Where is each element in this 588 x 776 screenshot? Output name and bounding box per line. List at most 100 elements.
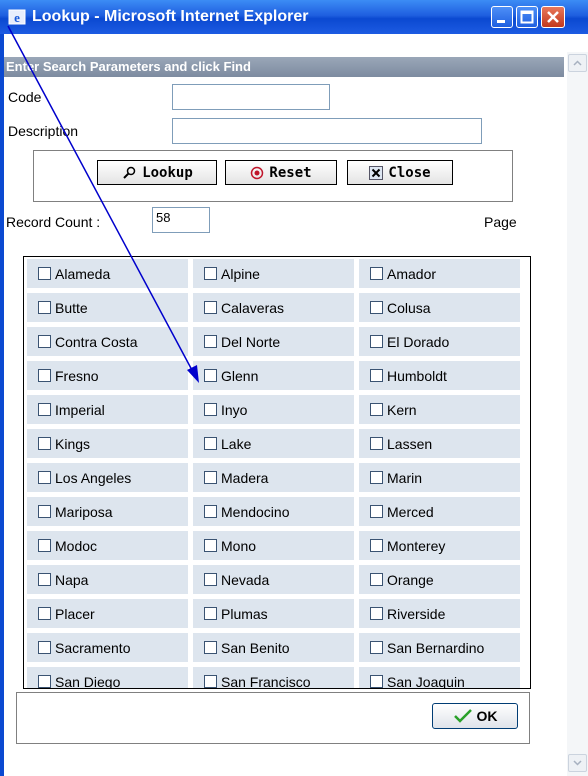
search-params-header: Enter Search Parameters and click Find	[4, 57, 564, 77]
county-item[interactable]: Butte	[27, 293, 188, 322]
county-item[interactable]: Fresno	[27, 361, 188, 390]
county-item[interactable]: Alpine	[193, 259, 354, 288]
close-button[interactable]: Close	[347, 160, 453, 185]
county-checkbox[interactable]	[38, 301, 51, 314]
county-checkbox[interactable]	[370, 539, 383, 552]
minimize-button[interactable]	[491, 6, 513, 28]
county-checkbox[interactable]	[370, 573, 383, 586]
county-checkbox[interactable]	[204, 607, 217, 620]
description-input[interactable]	[172, 118, 482, 144]
county-checkbox[interactable]	[204, 437, 217, 450]
county-item[interactable]: Riverside	[359, 599, 520, 628]
county-item[interactable]: Inyo	[193, 395, 354, 424]
county-item[interactable]: Napa	[27, 565, 188, 594]
county-item[interactable]: Sacramento	[27, 633, 188, 662]
county-checkbox[interactable]	[370, 505, 383, 518]
county-checkbox[interactable]	[38, 607, 51, 620]
county-checkbox[interactable]	[204, 301, 217, 314]
county-checkbox[interactable]	[370, 471, 383, 484]
county-checkbox[interactable]	[370, 301, 383, 314]
county-checkbox[interactable]	[204, 267, 217, 280]
county-item[interactable]: Merced	[359, 497, 520, 526]
county-item[interactable]: Imperial	[27, 395, 188, 424]
county-checkbox[interactable]	[370, 641, 383, 654]
county-item[interactable]: Del Norte	[193, 327, 354, 356]
county-checkbox[interactable]	[38, 267, 51, 280]
county-item[interactable]: Colusa	[359, 293, 520, 322]
close-window-button[interactable]	[541, 6, 565, 28]
county-item[interactable]: Mono	[193, 531, 354, 560]
lookup-button[interactable]: Lookup	[97, 160, 217, 185]
county-checkbox[interactable]	[204, 335, 217, 348]
window-title: Lookup - Microsoft Internet Explorer	[32, 8, 309, 25]
county-item[interactable]: San Bernardino	[359, 633, 520, 662]
county-item[interactable]: Lake	[193, 429, 354, 458]
county-checkbox[interactable]	[204, 505, 217, 518]
county-item[interactable]: San Diego	[27, 667, 188, 689]
county-checkbox[interactable]	[370, 437, 383, 450]
county-item[interactable]: Glenn	[193, 361, 354, 390]
county-item[interactable]: Kern	[359, 395, 520, 424]
county-item[interactable]: El Dorado	[359, 327, 520, 356]
page-scroll-down-button[interactable]	[568, 754, 587, 772]
county-checkbox[interactable]	[38, 471, 51, 484]
page-scroll-up-icon	[573, 60, 582, 66]
county-item[interactable]: Lassen	[359, 429, 520, 458]
county-checkbox[interactable]	[370, 267, 383, 280]
county-item[interactable]: Marin	[359, 463, 520, 492]
county-checkbox-list: Alameda Alpine Amador Butte Calaveras Colusa C…	[23, 256, 531, 689]
county-item[interactable]: San Joaquin	[359, 667, 520, 688]
county-item[interactable]: San Benito	[193, 633, 354, 662]
county-checkbox[interactable]	[38, 539, 51, 552]
county-label: Contra Costa	[55, 333, 138, 350]
county-checkbox[interactable]	[204, 471, 217, 484]
code-input[interactable]	[172, 84, 330, 110]
county-item[interactable]: Calaveras	[193, 293, 354, 322]
county-item[interactable]: Alameda	[27, 259, 188, 288]
ok-button[interactable]: OK	[432, 703, 518, 729]
county-item[interactable]: Modoc	[27, 531, 188, 560]
page-scroll-up-button[interactable]	[568, 54, 587, 72]
county-label: San Diego	[55, 673, 121, 689]
county-checkbox[interactable]	[38, 505, 51, 518]
county-item[interactable]: Kings	[27, 429, 188, 458]
lookup-label: Lookup	[142, 164, 193, 181]
county-item[interactable]: Orange	[359, 565, 520, 594]
county-checkbox[interactable]	[38, 437, 51, 450]
county-checkbox[interactable]	[204, 675, 217, 688]
county-checkbox[interactable]	[204, 369, 217, 382]
county-checkbox[interactable]	[38, 335, 51, 348]
page-scrollbar[interactable]	[567, 52, 588, 776]
county-checkbox[interactable]	[38, 641, 51, 654]
county-checkbox[interactable]	[38, 573, 51, 586]
county-checkbox[interactable]	[204, 539, 217, 552]
county-item[interactable]: Los Angeles	[27, 463, 188, 492]
county-item[interactable]: Mariposa	[27, 497, 188, 526]
county-checkbox[interactable]	[38, 675, 51, 688]
county-item[interactable]: Contra Costa	[27, 327, 188, 356]
county-checkbox[interactable]	[370, 607, 383, 620]
county-checkbox[interactable]	[204, 641, 217, 654]
county-item[interactable]: San Francisco	[193, 667, 354, 688]
county-checkbox[interactable]	[38, 403, 51, 416]
county-item[interactable]: Plumas	[193, 599, 354, 628]
county-item[interactable]: Humboldt	[359, 361, 520, 390]
county-checkbox[interactable]	[38, 369, 51, 382]
county-item[interactable]: Amador	[359, 259, 520, 288]
county-checkbox[interactable]	[204, 573, 217, 586]
county-checkbox[interactable]	[370, 335, 383, 348]
county-checkbox[interactable]	[370, 675, 383, 688]
county-item[interactable]: Mendocino	[193, 497, 354, 526]
county-item[interactable]: Nevada	[193, 565, 354, 594]
county-label: Imperial	[55, 401, 105, 418]
county-item[interactable]: Placer	[27, 599, 188, 628]
county-label: Kings	[55, 435, 91, 452]
county-checkbox[interactable]	[204, 403, 217, 416]
reset-button[interactable]: Reset	[225, 160, 337, 185]
county-item[interactable]: Monterey	[359, 531, 520, 560]
county-checkbox[interactable]	[370, 403, 383, 416]
county-label: Los Angeles	[55, 469, 132, 486]
county-item[interactable]: Madera	[193, 463, 354, 492]
county-checkbox[interactable]	[370, 369, 383, 382]
maximize-button[interactable]	[516, 6, 538, 28]
